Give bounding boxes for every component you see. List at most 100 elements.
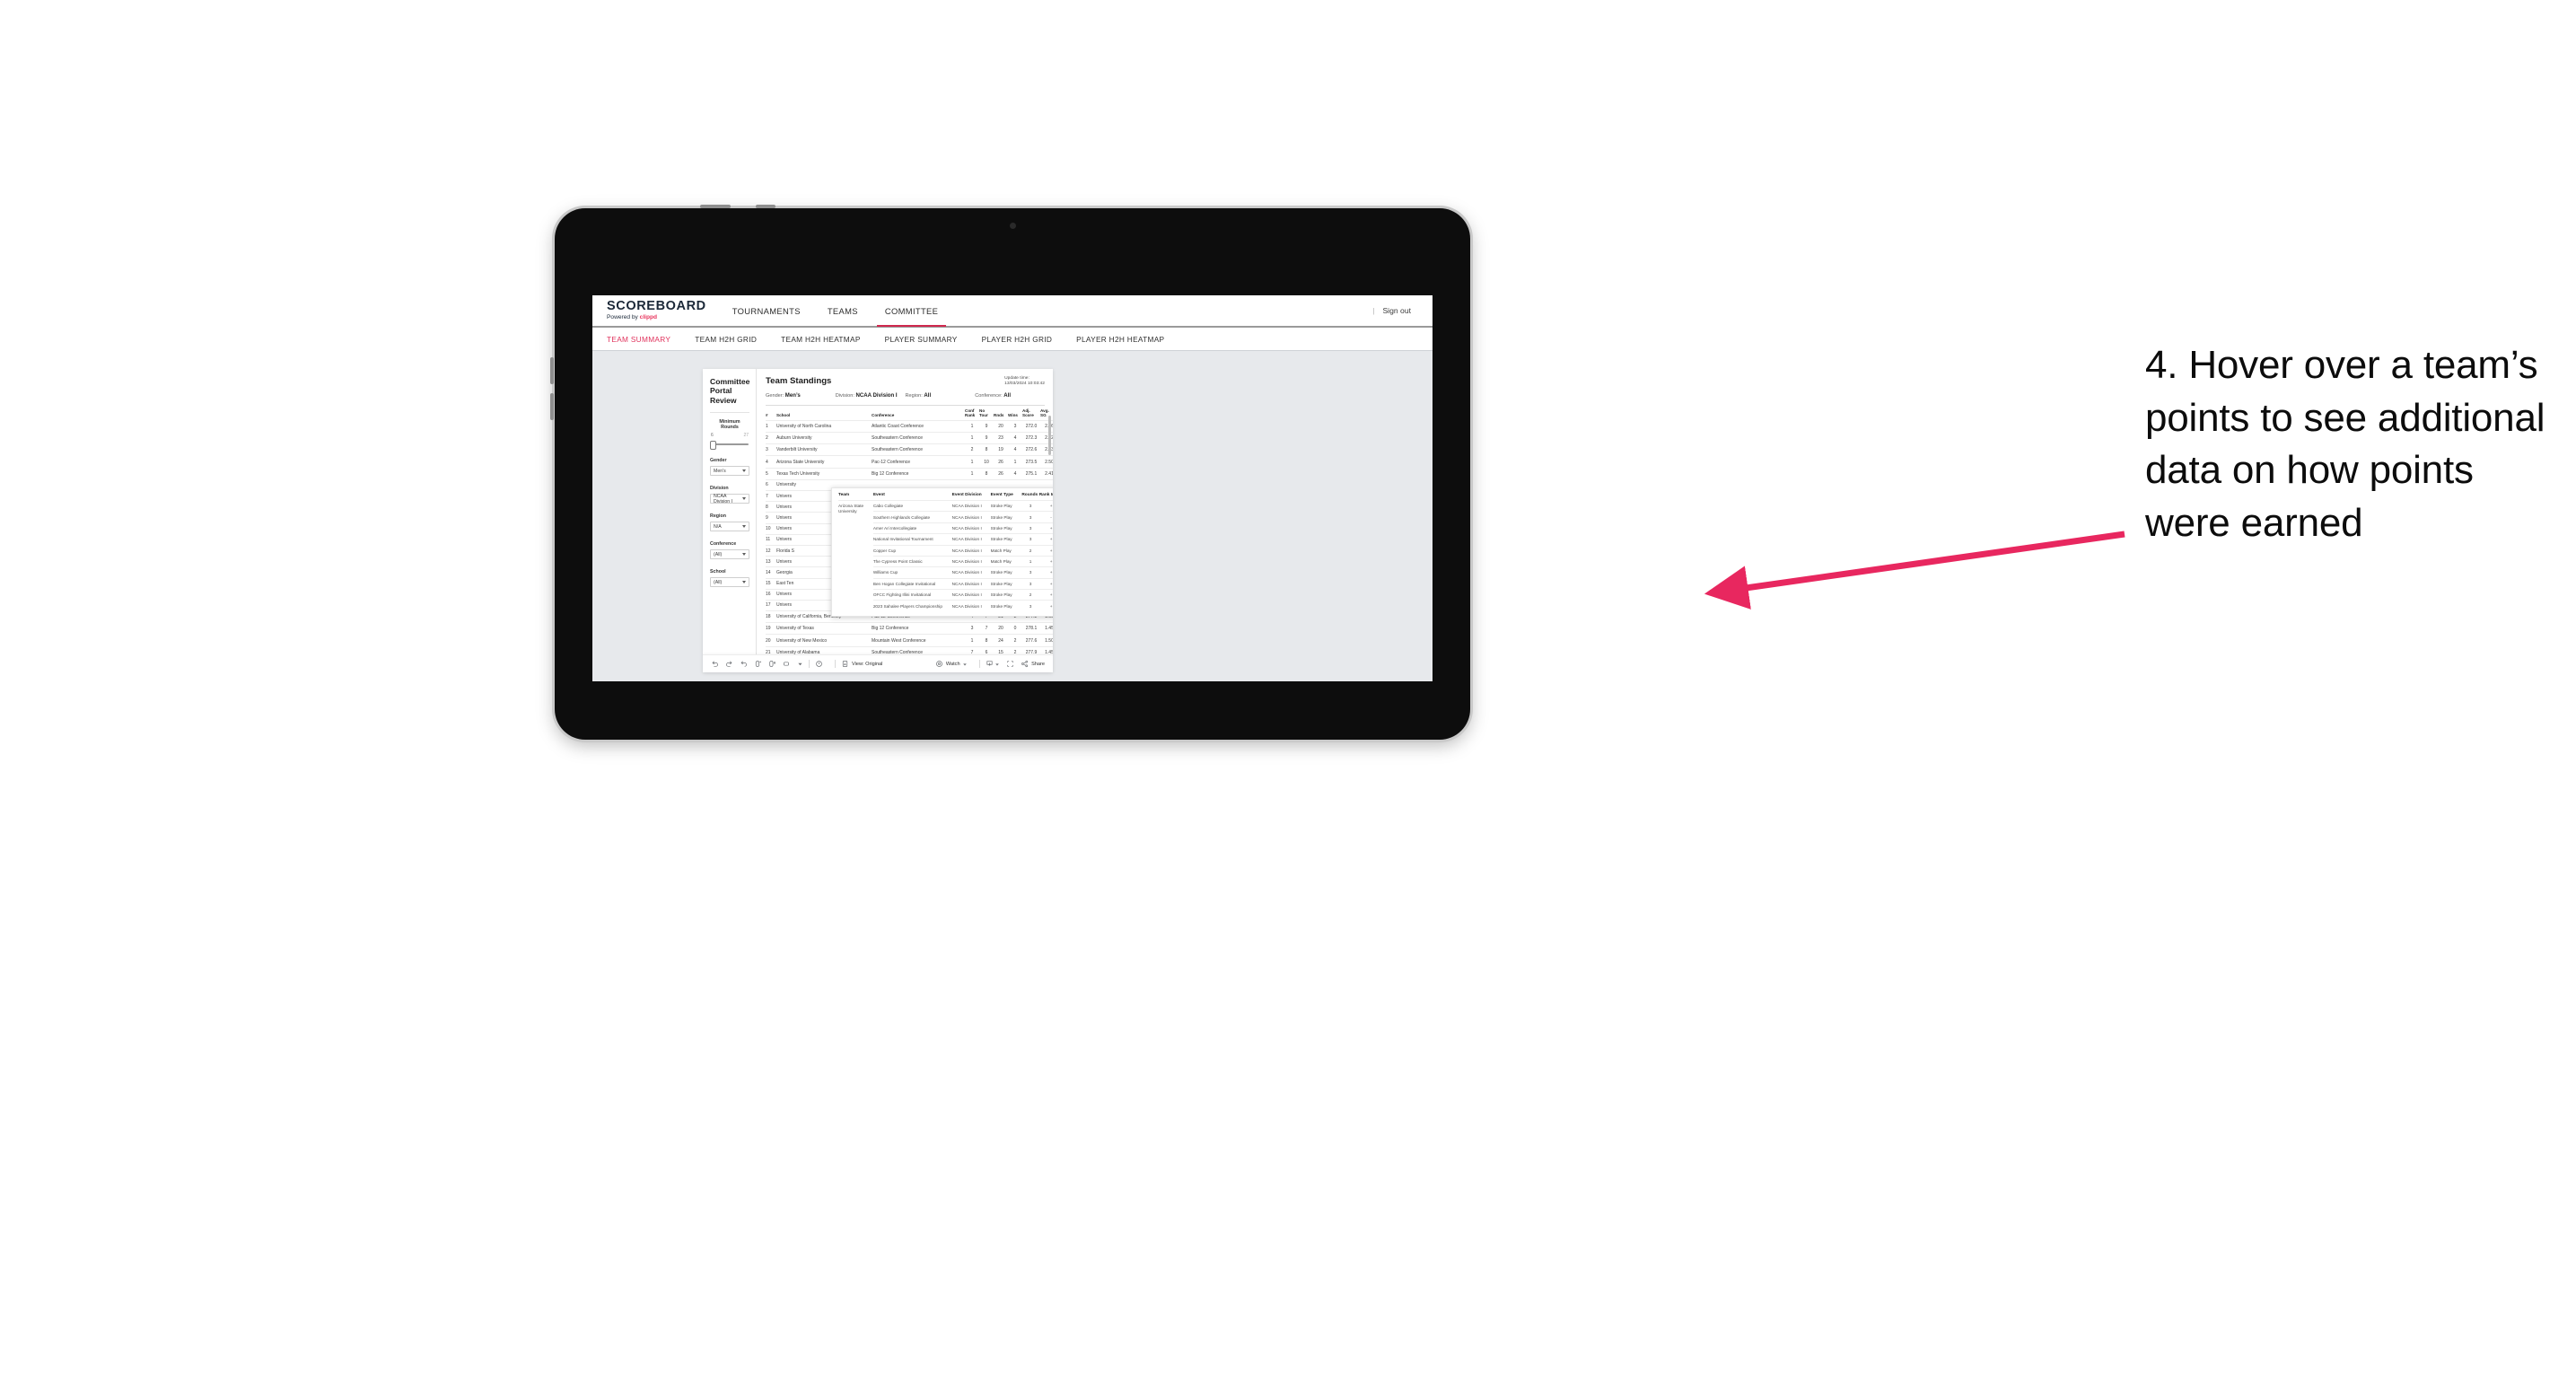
- table-scrollbar[interactable]: [1048, 416, 1051, 455]
- tab-player-h2h-heatmap[interactable]: PLAYER H2H HEATMAP: [1076, 335, 1164, 344]
- download-icon[interactable]: [986, 660, 1001, 668]
- tooltip-cell-type: Stroke Play: [990, 577, 1022, 590]
- conference-value: (All): [714, 551, 723, 557]
- table-row[interactable]: 4 Arizona State University Pac-12 Conferen…: [766, 455, 1053, 469]
- tab-player-summary[interactable]: PLAYER SUMMARY: [885, 335, 958, 344]
- table-row[interactable]: 21 University of Alabama Southeastern Conf…: [766, 645, 1053, 654]
- nav-tournaments[interactable]: TOURNAMENTS: [719, 295, 814, 326]
- nav-committee[interactable]: COMMITTEE: [872, 295, 951, 327]
- col-conference[interactable]: Conference: [872, 408, 965, 421]
- standings-cell-adj-score: 278.1: [1022, 622, 1040, 635]
- col-conf-rank[interactable]: Conf Rank: [965, 408, 979, 421]
- slider-handle[interactable]: [710, 441, 716, 450]
- standings-cell-school: University of Texas: [776, 622, 872, 635]
- standings-cell-wins: 4: [1008, 467, 1022, 480]
- standings-cell-wins: 4: [1008, 443, 1022, 456]
- tab-team-h2h-heatmap[interactable]: TEAM H2H HEATMAP: [781, 335, 861, 344]
- refresh-data-icon[interactable]: [754, 660, 762, 668]
- standings-cell-adj-score: 272.0: [1022, 419, 1040, 433]
- standings-cell-rank: 7: [766, 489, 776, 502]
- standings-cell-avg-sg: 1.45: [1040, 645, 1053, 654]
- redo-icon[interactable]: [725, 660, 733, 668]
- undo-icon[interactable]: [711, 660, 719, 668]
- standings-cell-conference: Southeastern Conference: [872, 443, 965, 456]
- volume-up-button[interactable]: [550, 357, 554, 384]
- col-wins[interactable]: Wins: [1008, 408, 1022, 421]
- table-row[interactable]: 2 Auburn University Southeastern Conferenc…: [766, 432, 1053, 444]
- tt-col-rounds: Rounds: [1021, 493, 1038, 497]
- tooltip-cell-rank-impact: - 1: [1038, 511, 1053, 523]
- view-original-button[interactable]: View: Original: [841, 660, 882, 668]
- volume-down-button[interactable]: [550, 393, 554, 420]
- tooltip-cell-division: NCAA Division I: [951, 499, 991, 512]
- gender-select[interactable]: Men’s: [710, 466, 749, 477]
- standings-cell-avg-sg: 2.41: [1040, 467, 1053, 480]
- pause-autoupdate-icon[interactable]: [768, 660, 776, 668]
- col-no-tour[interactable]: No Tour: [979, 408, 994, 421]
- standings-panel: Team Standings Update time: 13/03/2024 1…: [757, 369, 1053, 654]
- tooltip-cell-rounds: 3: [1021, 600, 1039, 611]
- gender-label: Gender: [710, 458, 727, 464]
- table-row[interactable]: 3 Vanderbilt University Southeastern Confe…: [766, 443, 1053, 456]
- share-button[interactable]: Share: [1021, 660, 1045, 668]
- tt-col-team: Team: [838, 493, 850, 497]
- standings-cell-conf-rank: 1: [965, 467, 979, 480]
- standings-cell-school: University of New Mexico: [776, 634, 872, 647]
- conference-select[interactable]: (All): [710, 549, 749, 560]
- tooltip-cell-division: NCAA Division I: [951, 511, 991, 523]
- standings-cell-no-tour: 10: [979, 455, 994, 469]
- standings-cell-wins: 3: [1008, 419, 1022, 433]
- chevron-down-icon[interactable]: [797, 661, 803, 667]
- standings-cell-adj-score: 277.9: [1022, 645, 1040, 654]
- meta-division-value: NCAA Division I: [855, 391, 898, 399]
- standings-cell-avg-sg: 1.50: [1040, 634, 1053, 647]
- minimum-rounds-slider[interactable]: [710, 440, 749, 450]
- col-school[interactable]: School: [776, 408, 872, 421]
- school-value: (All): [714, 579, 723, 585]
- filter-conference: Conference (All): [710, 541, 749, 560]
- standings-cell-rank: 11: [766, 533, 776, 546]
- tooltip-cell-event: Williams Cup: [872, 566, 952, 579]
- nav-teams[interactable]: TEAMS: [814, 295, 872, 326]
- tooltip-table-head: Team Event Event Division Event Type Rou…: [838, 493, 1053, 501]
- col-rank[interactable]: #: [766, 408, 776, 421]
- revert-icon[interactable]: [740, 660, 748, 668]
- col-wins-l2: Wins: [1008, 412, 1018, 417]
- filter-school: School (All): [710, 569, 749, 588]
- table-row[interactable]: 19 University of Texas Big 12 Conference 3 7…: [766, 622, 1053, 635]
- tooltip-cell-event: Copper Cup: [872, 544, 952, 557]
- table-row[interactable]: 20 University of New Mexico Mountain West …: [766, 634, 1053, 647]
- tab-team-h2h-grid[interactable]: TEAM H2H GRID: [695, 335, 757, 344]
- device-layout-icon[interactable]: [783, 660, 791, 668]
- col-conf-rank-l2: Rank: [965, 412, 976, 417]
- sign-out-link[interactable]: Sign out: [1382, 306, 1411, 315]
- school-select[interactable]: (All): [710, 577, 749, 588]
- brand-powered-by: Powered by clippd: [607, 314, 706, 321]
- table-row[interactable]: 5 Texas Tech University Big 12 Conference 1…: [766, 467, 1053, 480]
- tooltip-cell-rank-impact: + 1: [1038, 544, 1053, 557]
- tab-team-summary[interactable]: TEAM SUMMARY: [607, 335, 670, 344]
- standings-cell-conf-rank: 1: [965, 455, 979, 469]
- division-select[interactable]: NCAA Division I: [710, 494, 749, 504]
- tooltip-cell-rounds: 2: [1021, 588, 1039, 601]
- brand-logo[interactable]: SCOREBOARD Powered by clippd: [592, 295, 719, 326]
- col-adj-score[interactable]: Adj. Score: [1022, 408, 1040, 421]
- standings-cell-rank: 21: [766, 645, 776, 654]
- standings-cell-rnds: 20: [994, 622, 1008, 635]
- tooltip-cell-division: NCAA Division I: [951, 555, 991, 567]
- standings-cell-rnds: 15: [994, 645, 1008, 654]
- standings-cell-conf-rank: 2: [965, 443, 979, 456]
- minimum-rounds-min: 6: [711, 433, 714, 439]
- table-row[interactable]: 1 University of North Carolina Atlantic Co…: [766, 419, 1053, 433]
- filter-panel: Committee Portal Review Minimum Rounds 6 …: [703, 369, 757, 654]
- watch-button[interactable]: Watch: [935, 660, 968, 668]
- fullscreen-icon[interactable]: [1006, 660, 1014, 668]
- col-rnds[interactable]: Rnds: [994, 408, 1008, 421]
- power-button[interactable]: [700, 205, 731, 208]
- tab-player-h2h-grid[interactable]: PLAYER H2H GRID: [982, 335, 1053, 344]
- region-select[interactable]: N/A: [710, 522, 749, 532]
- chevron-down-icon: [995, 662, 999, 665]
- alert-icon[interactable]: [815, 660, 823, 668]
- tooltip-cell-type: Stroke Play: [990, 511, 1022, 523]
- tooltip-cell-rank-impact: + 1: [1038, 577, 1053, 590]
